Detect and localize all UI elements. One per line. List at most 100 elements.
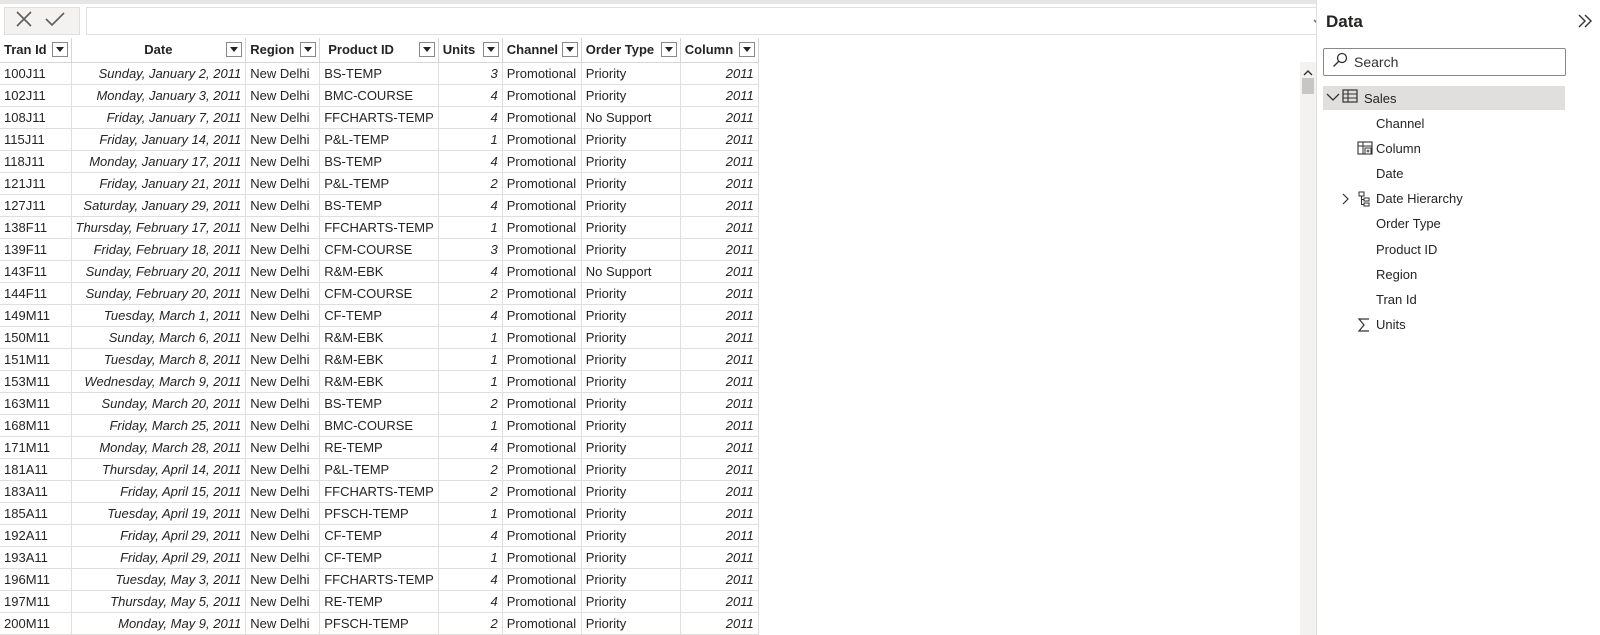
table-cell[interactable]: 181A11 bbox=[0, 458, 72, 481]
table-row[interactable]: 121J11 Friday, January 21, 2011 New Delhi P… bbox=[0, 172, 759, 195]
table-cell[interactable]: 4 bbox=[438, 150, 503, 173]
table-row[interactable]: 127J11 Saturday, January 29, 2011 New Delh… bbox=[0, 194, 759, 217]
table-cell[interactable]: New Delhi bbox=[245, 590, 321, 613]
table-cell[interactable]: Promotional bbox=[502, 216, 582, 239]
table-cell[interactable]: Friday, February 18, 2011 bbox=[71, 238, 247, 261]
field-item[interactable]: Tran Id bbox=[1317, 287, 1600, 311]
table-cell[interactable]: New Delhi bbox=[245, 106, 321, 129]
filter-dropdown-icon[interactable] bbox=[738, 42, 755, 57]
table-row[interactable]: 185A11 Tuesday, April 19, 2011 New Delhi PF… bbox=[0, 502, 759, 525]
table-cell[interactable]: 2011 bbox=[680, 282, 759, 305]
table-row[interactable]: 115J11 Friday, January 14, 2011 New Delhi P… bbox=[0, 128, 759, 151]
table-row[interactable]: 118J11 Monday, January 17, 2011 New Delhi B… bbox=[0, 150, 759, 173]
table-cell[interactable]: Promotional bbox=[502, 348, 582, 371]
column-header-tran-id[interactable]: Tran Id bbox=[0, 38, 72, 63]
table-cell[interactable]: Monday, January 3, 2011 bbox=[71, 84, 247, 107]
table-cell[interactable]: 1 bbox=[438, 216, 503, 239]
table-cell[interactable]: Priority bbox=[581, 150, 681, 173]
table-cell[interactable]: 2 bbox=[438, 172, 503, 195]
filter-dropdown-icon[interactable] bbox=[660, 42, 677, 57]
table-cell[interactable]: 2011 bbox=[680, 172, 759, 195]
table-row[interactable]: 183A11 Friday, April 15, 2011 New Delhi FFC… bbox=[0, 480, 759, 503]
table-cell[interactable]: PFSCH-TEMP bbox=[319, 502, 439, 525]
table-cell[interactable]: New Delhi bbox=[245, 458, 321, 481]
table-cell[interactable]: R&M-EBK bbox=[319, 326, 439, 349]
table-cell[interactable]: Priority bbox=[581, 128, 681, 151]
table-cell[interactable]: 2011 bbox=[680, 524, 759, 547]
table-cell[interactable]: Friday, January 21, 2011 bbox=[71, 172, 247, 195]
table-cell[interactable]: New Delhi bbox=[245, 524, 321, 547]
table-cell[interactable]: Priority bbox=[581, 568, 681, 591]
table-cell[interactable]: Promotional bbox=[502, 172, 582, 195]
table-cell[interactable]: 1 bbox=[438, 326, 503, 349]
table-cell[interactable]: Promotional bbox=[502, 590, 582, 613]
table-cell[interactable]: 115J11 bbox=[0, 128, 72, 151]
table-cell[interactable]: New Delhi bbox=[245, 348, 321, 371]
table-cell[interactable]: Priority bbox=[581, 370, 681, 393]
table-cell[interactable]: CFM-COURSE bbox=[319, 238, 439, 261]
field-item[interactable]: Date bbox=[1317, 161, 1600, 185]
table-cell[interactable]: Sunday, March 20, 2011 bbox=[71, 392, 247, 415]
table-cell[interactable]: Sunday, March 6, 2011 bbox=[71, 326, 247, 349]
table-cell[interactable]: 2011 bbox=[680, 370, 759, 393]
table-cell[interactable]: Priority bbox=[581, 414, 681, 437]
table-cell[interactable]: New Delhi bbox=[245, 84, 321, 107]
table-cell[interactable]: Tuesday, May 3, 2011 bbox=[71, 568, 247, 591]
table-cell[interactable]: Priority bbox=[581, 194, 681, 217]
table-cell[interactable]: Priority bbox=[581, 326, 681, 349]
table-cell[interactable]: Friday, April 15, 2011 bbox=[71, 480, 247, 503]
table-cell[interactable]: Priority bbox=[581, 480, 681, 503]
table-cell[interactable]: FFCHARTS-TEMP bbox=[319, 106, 439, 129]
table-cell[interactable]: New Delhi bbox=[245, 414, 321, 437]
table-cell[interactable]: Friday, January 14, 2011 bbox=[71, 128, 247, 151]
table-cell[interactable]: Priority bbox=[581, 590, 681, 613]
table-cell[interactable]: New Delhi bbox=[245, 238, 321, 261]
table-row[interactable]: 143F11 Sunday, February 20, 2011 New Delhi… bbox=[0, 260, 759, 283]
column-header-region[interactable]: Region bbox=[245, 38, 321, 63]
table-cell[interactable]: 2011 bbox=[680, 238, 759, 261]
table-cell[interactable]: 1 bbox=[438, 348, 503, 371]
table-cell[interactable]: R&M-EBK bbox=[319, 348, 439, 371]
table-cell[interactable]: 2011 bbox=[680, 260, 759, 283]
table-cell[interactable]: 118J11 bbox=[0, 150, 72, 173]
table-cell[interactable]: P&L-TEMP bbox=[319, 458, 439, 481]
table-cell[interactable]: 197M11 bbox=[0, 590, 72, 613]
field-item[interactable]: Column bbox=[1317, 136, 1600, 160]
table-cell[interactable]: 185A11 bbox=[0, 502, 72, 525]
table-cell[interactable]: New Delhi bbox=[245, 260, 321, 283]
table-cell[interactable]: 153M11 bbox=[0, 370, 72, 393]
table-cell[interactable]: 2011 bbox=[680, 304, 759, 327]
table-cell[interactable]: 139F11 bbox=[0, 238, 72, 261]
table-row[interactable]: 192A11 Friday, April 29, 2011 New Delhi CF-… bbox=[0, 524, 759, 547]
table-cell[interactable]: 4 bbox=[438, 524, 503, 547]
table-cell[interactable]: Promotional bbox=[502, 194, 582, 217]
table-cell[interactable]: 168M11 bbox=[0, 414, 72, 437]
table-cell[interactable]: Sunday, January 2, 2011 bbox=[71, 62, 247, 85]
table-cell[interactable]: Priority bbox=[581, 546, 681, 569]
table-cell[interactable]: 193A11 bbox=[0, 546, 72, 569]
table-cell[interactable]: 2011 bbox=[680, 590, 759, 613]
table-cell[interactable]: Promotional bbox=[502, 326, 582, 349]
table-cell[interactable]: New Delhi bbox=[245, 546, 321, 569]
chevron-right-icon[interactable] bbox=[1342, 193, 1350, 208]
table-row[interactable]: 150M11 Sunday, March 6, 2011 New Delhi R&M-… bbox=[0, 326, 759, 349]
table-row[interactable]: 149M11 Tuesday, March 1, 2011 New Delhi CF-… bbox=[0, 304, 759, 327]
table-row[interactable]: 139F11 Friday, February 18, 2011 New Delhi… bbox=[0, 238, 759, 261]
filter-dropdown-icon[interactable] bbox=[51, 42, 68, 57]
table-cell[interactable]: CFM-COURSE bbox=[319, 282, 439, 305]
table-cell[interactable]: New Delhi bbox=[245, 436, 321, 459]
table-cell[interactable]: Tuesday, April 19, 2011 bbox=[71, 502, 247, 525]
table-cell[interactable]: Priority bbox=[581, 502, 681, 525]
table-cell[interactable]: Priority bbox=[581, 172, 681, 195]
collapse-pane-icon[interactable] bbox=[1577, 14, 1593, 33]
table-cell[interactable]: New Delhi bbox=[245, 326, 321, 349]
table-cell[interactable]: 4 bbox=[438, 194, 503, 217]
table-cell[interactable]: FFCHARTS-TEMP bbox=[319, 568, 439, 591]
table-cell[interactable]: 2011 bbox=[680, 392, 759, 415]
table-cell[interactable]: FFCHARTS-TEMP bbox=[319, 216, 439, 239]
table-cell[interactable]: Priority bbox=[581, 348, 681, 371]
table-cell[interactable]: Thursday, May 5, 2011 bbox=[71, 590, 247, 613]
table-cell[interactable]: 144F11 bbox=[0, 282, 72, 305]
close-icon[interactable] bbox=[14, 9, 34, 34]
column-header-units[interactable]: Units bbox=[438, 38, 503, 63]
